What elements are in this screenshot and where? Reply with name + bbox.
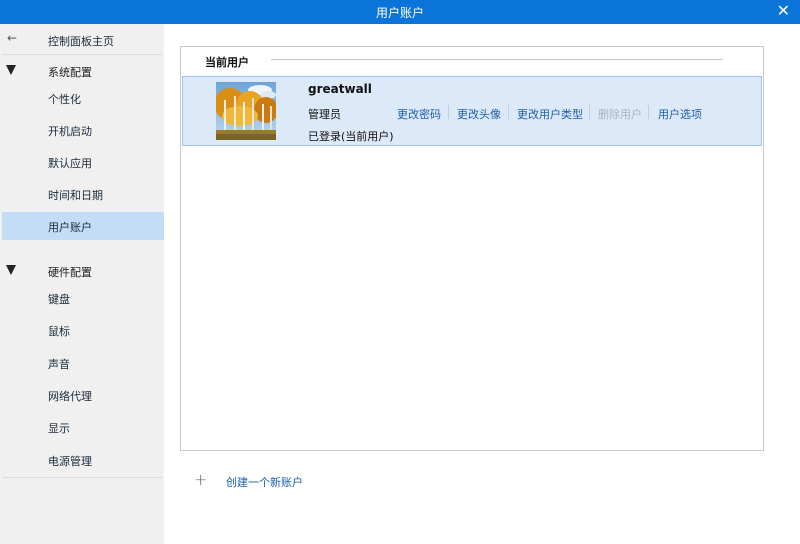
triangle-down-icon: [6, 265, 16, 275]
sidebar-item-mouse[interactable]: 鼠标: [0, 316, 164, 344]
sidebar-item-label: 用户账户: [48, 221, 92, 234]
action-separator: [648, 105, 649, 119]
delete-user-link[interactable]: 删除用户: [598, 106, 642, 122]
create-account-label: 创建一个新账户: [226, 476, 303, 489]
change-user-type-link[interactable]: 更改用户类型: [517, 106, 583, 122]
sidebar-item-keyboard[interactable]: 键盘: [0, 284, 164, 312]
action-separator: [448, 105, 449, 119]
sidebar-group-label: 硬件配置: [48, 266, 92, 279]
sidebar-item-label: 个性化: [48, 93, 81, 106]
user-options-link[interactable]: 用户选项: [658, 106, 702, 122]
sidebar-item-user-accounts[interactable]: 用户账户: [2, 212, 164, 240]
title-bar: 用户账户 ✕: [0, 0, 800, 24]
sidebar-item-display[interactable]: 显示: [0, 413, 164, 441]
sidebar-item-startup[interactable]: 开机启动: [0, 116, 164, 144]
sidebar: ← 控制面板主页 系统配置 个性化 开机启动 默认应用 时间和日期 用户账户 硬…: [0, 24, 164, 544]
sidebar-group-system[interactable]: 系统配置: [0, 57, 164, 85]
sidebar-item-label: 时间和日期: [48, 189, 103, 202]
sidebar-item-date-time[interactable]: 时间和日期: [0, 180, 164, 208]
change-password-link[interactable]: 更改密码: [397, 106, 441, 122]
window-title: 用户账户: [375, 6, 424, 20]
close-icon[interactable]: ✕: [777, 2, 790, 20]
sidebar-item-sound[interactable]: 声音: [0, 349, 164, 377]
sidebar-divider: [2, 477, 162, 478]
sidebar-item-label: 默认应用: [48, 157, 92, 170]
sidebar-item-power[interactable]: 电源管理: [0, 446, 164, 474]
sidebar-item-label: 显示: [48, 422, 70, 435]
avatar: [216, 82, 276, 140]
sidebar-item-label: 声音: [48, 358, 70, 371]
action-separator: [508, 105, 509, 119]
user-role: 管理员: [308, 108, 341, 121]
sidebar-item-default-apps[interactable]: 默认应用: [0, 148, 164, 176]
triangle-down-icon: [6, 65, 16, 75]
sidebar-group-hardware[interactable]: 硬件配置: [0, 257, 164, 285]
action-separator: [589, 105, 590, 119]
user-name: greatwall: [308, 82, 372, 96]
sidebar-item-label: 键盘: [48, 293, 70, 306]
sidebar-group-label: 系统配置: [48, 66, 92, 79]
sidebar-back-home[interactable]: ← 控制面板主页: [0, 26, 164, 54]
section-heading: 当前用户: [205, 56, 249, 69]
user-status: 已登录(当前用户): [308, 130, 394, 143]
heading-divider: [271, 59, 723, 60]
arrow-left-icon: ←: [7, 31, 18, 45]
sidebar-item-label: 鼠标: [48, 325, 70, 338]
sidebar-item-label: 控制面板主页: [48, 35, 114, 48]
sidebar-item-personalization[interactable]: 个性化: [0, 84, 164, 112]
plus-icon: +: [194, 470, 208, 489]
sidebar-item-label: 电源管理: [48, 455, 92, 468]
current-user-panel: 当前用户 greatwall 管理员 更改密码 更改头像 更改用户类型 删除用户…: [180, 46, 764, 451]
user-card[interactable]: greatwall 管理员 更改密码 更改头像 更改用户类型 删除用户 用户选项…: [182, 76, 762, 146]
sidebar-divider: [2, 54, 162, 55]
sidebar-item-label: 开机启动: [48, 125, 92, 138]
create-account-button[interactable]: + 创建一个新账户: [190, 470, 330, 490]
sidebar-item-network-proxy[interactable]: 网络代理: [0, 381, 164, 409]
change-avatar-link[interactable]: 更改头像: [457, 106, 501, 122]
avatar-image: [216, 82, 276, 140]
sidebar-item-label: 网络代理: [48, 390, 92, 403]
